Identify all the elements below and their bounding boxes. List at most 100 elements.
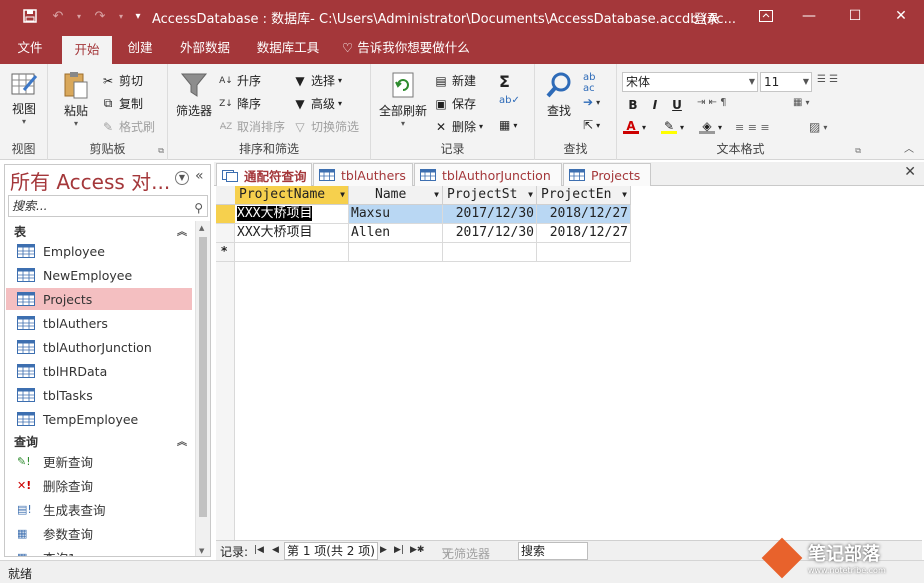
next-record-icon[interactable]: ▶ [380, 545, 387, 555]
find-button[interactable]: 查找 [539, 70, 579, 119]
table-cell[interactable]: 2018/12/27 [537, 205, 631, 224]
new-record-button[interactable]: ▤ 新建 [433, 72, 476, 89]
doc-tab-tblauthers[interactable]: tblAuthers [313, 163, 413, 186]
nav-item-query[interactable]: ✎! 更新查询 [6, 450, 192, 472]
nav-search-input[interactable]: 搜索... ⚲ [8, 195, 208, 217]
doc-tab-projects[interactable]: Projects [563, 163, 651, 186]
tab-database-tools[interactable]: 数据库工具 [248, 32, 328, 64]
record-selector[interactable] [216, 224, 235, 243]
nav-header[interactable]: 所有 Access 对... [10, 166, 170, 195]
record-search-input[interactable]: 搜索 [518, 542, 588, 560]
record-selector-new[interactable]: * [216, 243, 235, 262]
remove-sort-button[interactable]: A̶Z 取消排序 [218, 118, 285, 135]
tab-create[interactable]: 创建 [116, 32, 164, 64]
undo-icon[interactable]: ↶ [44, 0, 72, 32]
tab-home[interactable]: 开始 [62, 36, 112, 64]
cut-button[interactable]: ✂ 剪切 [100, 72, 143, 89]
totals-sigma-icon[interactable]: Σ [499, 72, 510, 91]
spelling-icon[interactable]: ab✓ [499, 95, 520, 106]
gridlines-icon[interactable]: ▦ ▾ [793, 97, 809, 108]
text-format-launcher-icon[interactable]: ⧉ [855, 146, 861, 156]
table-cell-new[interactable] [349, 243, 443, 262]
close-document-icon[interactable]: ✕ [904, 164, 916, 180]
clipboard-launcher-icon[interactable]: ⧉ [158, 146, 164, 156]
first-record-icon[interactable]: |◀ [254, 545, 264, 555]
table-cell-editing[interactable]: XXX大桥项目 [235, 205, 349, 224]
select-all-corner[interactable] [216, 186, 235, 205]
delete-record-button[interactable]: ✕ 删除 ▾ [433, 118, 483, 135]
column-dropdown-icon[interactable]: ▼ [340, 186, 345, 204]
last-record-icon[interactable]: ▶| [394, 545, 404, 555]
customize-qat-icon[interactable]: ▾ [128, 0, 148, 32]
nav-menu-dropdown-icon[interactable]: ▼ [175, 171, 189, 185]
table-cell[interactable]: Allen [349, 224, 443, 243]
nav-item-query[interactable]: ✕! 删除查询 [6, 474, 192, 496]
sort-descending-button[interactable]: Z↓ 降序 [218, 95, 261, 112]
nav-item-table-selected[interactable]: Projects [6, 288, 192, 310]
table-cell-new[interactable] [537, 243, 631, 262]
table-cell-new[interactable] [443, 243, 537, 262]
bold-button[interactable]: B [623, 95, 643, 115]
nav-section-queries[interactable]: 查询 ︽ [14, 433, 192, 450]
nav-scrollbar[interactable]: ▲ ▼ [195, 221, 210, 556]
save-record-button[interactable]: ▣ 保存 [433, 95, 476, 112]
table-cell-new[interactable] [235, 243, 349, 262]
table-cell[interactable]: 2017/12/30 [443, 205, 537, 224]
tell-me-box[interactable]: ♡ 告诉我你想要做什么 [342, 32, 482, 64]
view-button[interactable]: 视图 ▾ [6, 70, 42, 126]
copy-button[interactable]: ⧉ 复制 [100, 95, 143, 112]
nav-item-table[interactable]: tblHRData [6, 360, 192, 382]
alt-row-color-icon[interactable]: ▨ ▾ [809, 120, 827, 134]
table-cell[interactable]: 2017/12/30 [443, 224, 537, 243]
new-blank-record-icon[interactable]: ▶✱ [410, 545, 424, 555]
nav-item-query[interactable]: ▦ 参数查询 [6, 522, 192, 544]
record-selector-current[interactable] [216, 205, 235, 224]
nav-item-table[interactable]: tblTasks [6, 384, 192, 406]
close-button[interactable]: ✕ [878, 0, 924, 32]
nav-item-query[interactable]: ▤! 生成表查询 [6, 498, 192, 520]
fill-color-button[interactable]: ◈ ▾ [699, 119, 722, 134]
sort-ascending-button[interactable]: A↓ 升序 [218, 72, 261, 89]
nav-item-table[interactable]: tblAuthorJunction [6, 336, 192, 358]
replace-icon[interactable]: ab ac [583, 72, 595, 94]
scroll-down-icon[interactable]: ▼ [199, 547, 204, 555]
nav-item-query[interactable]: ▦ 查询1 [6, 546, 192, 557]
tab-external-data[interactable]: 外部数据 [170, 32, 240, 64]
paste-button[interactable]: 粘贴 ▾ [56, 70, 96, 128]
goto-icon[interactable]: ➔ ▾ [583, 95, 600, 109]
select-icon[interactable]: ⇱ ▾ [583, 118, 600, 132]
previous-record-icon[interactable]: ◀ [272, 545, 279, 555]
record-position-input[interactable]: 第 1 项(共 2 项) [284, 542, 378, 560]
column-header-name[interactable]: Name ▼ [349, 186, 443, 205]
italic-button[interactable]: I [645, 95, 665, 115]
highlight-button[interactable]: ✎ ▾ [661, 119, 684, 134]
nav-section-tables[interactable]: 表 ︽ [14, 223, 192, 240]
undo-dropdown-icon[interactable]: ▾ [72, 0, 86, 32]
column-dropdown-icon[interactable]: ▼ [434, 186, 439, 204]
font-size-select[interactable]: 11 ▼ [760, 72, 812, 92]
format-painter-button[interactable]: ✎ 格式刷 [100, 118, 155, 135]
column-header-projectname[interactable]: ProjectName ▼ [235, 186, 349, 205]
align-icons[interactable]: ≡ ≡ ≡ [735, 121, 770, 134]
advanced-button[interactable]: ▼ 高级 ▾ [292, 95, 342, 112]
table-cell[interactable]: XXX大桥项目 [235, 224, 349, 243]
redo-dropdown-icon[interactable]: ▾ [114, 0, 128, 32]
nav-collapse-icon[interactable]: « [195, 168, 204, 184]
table-cell[interactable]: Maxsu [349, 205, 443, 224]
redo-icon[interactable]: ↷ [86, 0, 114, 32]
doc-tab-tblauthorjunction[interactable]: tblAuthorJunction [414, 163, 562, 186]
more-records-icon[interactable]: ▦ ▾ [499, 118, 517, 132]
nav-item-table[interactable]: NewEmployee [6, 264, 192, 286]
column-dropdown-icon[interactable]: ▼ [622, 186, 627, 204]
maximize-button[interactable]: ☐ [832, 0, 878, 32]
table-cell[interactable]: 2018/12/27 [537, 224, 631, 243]
collapse-ribbon-icon[interactable]: ︿ [904, 140, 914, 155]
indent-icons[interactable]: ⇥ ⇤ ¶ [697, 97, 726, 108]
doc-tab-wildcard-query[interactable]: 通配符查询 [216, 163, 312, 187]
minimize-button[interactable]: — [786, 0, 832, 32]
font-name-select[interactable]: 宋体 ▼ [622, 72, 758, 92]
scroll-up-icon[interactable]: ▲ [199, 224, 204, 232]
login-link[interactable]: 登录 [694, 8, 719, 27]
save-icon[interactable] [16, 0, 44, 32]
column-dropdown-icon[interactable]: ▼ [528, 186, 533, 204]
